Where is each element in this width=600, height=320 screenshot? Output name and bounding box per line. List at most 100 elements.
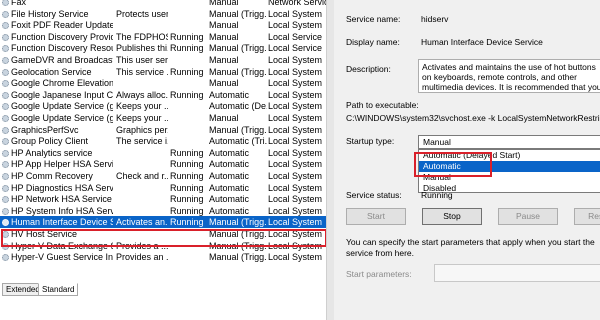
display-name-label: Display name: bbox=[346, 37, 400, 47]
service-row[interactable]: Function Discovery Resourc...Publishes t… bbox=[0, 42, 326, 54]
view-tabs: Extended Standard bbox=[0, 283, 326, 296]
service-row[interactable]: Hyper-V Guest Service Interf...Provides … bbox=[0, 251, 326, 263]
service-row[interactable]: File History Service Protects user... Manu… bbox=[0, 8, 326, 20]
gear-icon bbox=[2, 126, 9, 134]
service-status-cell: Running bbox=[170, 182, 204, 193]
service-name-text: Group Policy Client bbox=[11, 136, 89, 147]
service-row[interactable]: HP Analytics service Running Automatic Loca… bbox=[0, 147, 326, 159]
stop-button[interactable]: Stop bbox=[422, 208, 482, 225]
service-row[interactable]: Geolocation Service This service ...Runni… bbox=[0, 66, 326, 78]
resume-button[interactable]: Resume bbox=[574, 208, 600, 225]
service-row[interactable]: GameDVR and Broadcast Us...This user ser… bbox=[0, 54, 326, 66]
service-row[interactable]: Google Update Service (gup...Keeps your … bbox=[0, 112, 326, 124]
service-status-cell: Running bbox=[170, 89, 204, 100]
service-status-cell: Running bbox=[170, 171, 204, 181]
gear-icon bbox=[2, 161, 9, 169]
start-parameters-input[interactable] bbox=[434, 264, 600, 282]
service-row[interactable]: Human Interface Device Serv...Activates … bbox=[0, 216, 326, 229]
service-row[interactable]: GraphicsPerfSvc Graphics per... Manual (Tr… bbox=[0, 124, 326, 136]
startup-option-automatic[interactable]: Automatic bbox=[419, 161, 600, 172]
service-description-cell: Publishes thi... bbox=[116, 43, 168, 54]
start-parameters-hint: You can specify the start parameters tha… bbox=[346, 237, 595, 258]
service-row[interactable]: HP System Info HSA Service Running Automat… bbox=[0, 205, 326, 217]
service-logon-cell: Local System bbox=[268, 194, 323, 205]
service-description-cell: Keeps your ... bbox=[116, 113, 168, 123]
service-row[interactable]: Google Japanese Input Cach...Always allo… bbox=[0, 89, 326, 101]
service-startup-cell: Automatic bbox=[209, 89, 250, 100]
service-startup-cell: Automatic (De... bbox=[209, 101, 267, 112]
service-name-text: Human Interface Device Serv... bbox=[11, 217, 113, 228]
service-name-text: HP System Info HSA Service bbox=[11, 205, 113, 216]
service-startup-cell: Manual bbox=[209, 20, 239, 31]
services-list: FaxManualNetwork ServiceFile History Ser… bbox=[0, 0, 326, 320]
gear-icon bbox=[2, 10, 9, 18]
service-logon-cell: Local System bbox=[268, 20, 323, 31]
service-row[interactable]: Google Chrome Elevation S... Manual Local … bbox=[0, 77, 326, 89]
service-logon-cell: Local System bbox=[268, 78, 323, 89]
description-label: Description: bbox=[346, 64, 391, 74]
service-row[interactable]: HV Host Service Manual (Trigg... Local Sys… bbox=[0, 228, 326, 240]
startup-option-manual[interactable]: Manual bbox=[419, 172, 600, 183]
start-button[interactable]: Start bbox=[346, 208, 406, 225]
startup-type-label: Startup type: bbox=[346, 136, 395, 146]
service-startup-cell: Automatic (Tri... bbox=[209, 136, 267, 147]
service-description-cell: Activates an... bbox=[116, 217, 168, 228]
startup-type-dropdown[interactable]: Manual bbox=[418, 135, 600, 149]
gear-icon bbox=[2, 138, 9, 146]
service-startup-cell: Manual bbox=[209, 113, 239, 123]
service-startup-cell: Manual bbox=[209, 55, 239, 65]
service-row[interactable]: HP Diagnostics HSA Service Running Automat… bbox=[0, 182, 326, 194]
service-logon-cell: Local System bbox=[268, 252, 323, 263]
service-name-cell: Human Interface Device Serv... bbox=[2, 216, 113, 228]
service-row[interactable]: Google Update Service (gup...Keeps your … bbox=[0, 100, 326, 112]
service-startup-cell: Manual (Trigg... bbox=[209, 124, 267, 135]
service-logon-cell: Local System bbox=[268, 147, 323, 158]
service-properties-panel: Service name: hidserv Display name: Huma… bbox=[334, 0, 600, 320]
service-startup-cell: Manual bbox=[209, 31, 239, 42]
pause-button[interactable]: Pause bbox=[498, 208, 558, 225]
service-name-text: GraphicsPerfSvc bbox=[11, 124, 79, 135]
service-status-cell: Running bbox=[170, 147, 204, 158]
service-row[interactable]: Hyper-V Data Exchange Serv...Provides a … bbox=[0, 240, 326, 252]
service-name-text: HP Diagnostics HSA Service bbox=[11, 182, 113, 193]
service-name-text: HP Comm Recovery bbox=[11, 171, 93, 181]
service-logon-cell: Local System bbox=[268, 55, 323, 65]
service-startup-cell: Automatic bbox=[209, 171, 250, 181]
gear-icon bbox=[2, 254, 9, 262]
service-row[interactable]: Function Discovery Provider ...The FDPHO… bbox=[0, 31, 326, 43]
service-name-cell: HP App Helper HSA Service bbox=[2, 158, 113, 170]
service-startup-cell: Automatic bbox=[209, 159, 250, 170]
service-startup-cell: Manual bbox=[209, 78, 239, 89]
service-name-cell: Hyper-V Guest Service Interf... bbox=[2, 251, 113, 263]
service-row[interactable]: HP App Helper HSA Service Running Automati… bbox=[0, 158, 326, 170]
service-logon-cell: Local System bbox=[268, 171, 323, 181]
service-description-cell: Graphics per... bbox=[116, 124, 168, 135]
service-row[interactable]: HP Network HSA Service Running Automatic Lo… bbox=[0, 193, 326, 205]
startup-option-automatic-delayed[interactable]: Automatic (Delayed Start) bbox=[419, 150, 600, 161]
service-name-text: Function Discovery Resourc... bbox=[11, 43, 113, 54]
service-logon-cell: Local System bbox=[268, 240, 323, 251]
service-row[interactable]: Group Policy Client The service i... Autom… bbox=[0, 135, 326, 147]
gear-icon bbox=[2, 196, 9, 204]
start-parameters-label: Start parameters: bbox=[346, 269, 412, 279]
service-logon-cell: Local System bbox=[268, 182, 323, 193]
service-startup-cell: Manual (Trigg... bbox=[209, 229, 267, 239]
service-logon-cell: Local System bbox=[268, 136, 323, 147]
gear-icon bbox=[2, 80, 9, 88]
service-row[interactable]: HP Comm Recovery Check and r... Running Aut… bbox=[0, 170, 326, 182]
description-textbox[interactable]: Activates and maintains the use of hot b… bbox=[418, 59, 600, 93]
service-startup-cell: Manual (Trigg... bbox=[209, 217, 267, 228]
service-name-cell: GraphicsPerfSvc bbox=[2, 124, 113, 136]
service-row[interactable]: Foxit PDF Reader Update Ser... Manual Loca… bbox=[0, 19, 326, 31]
service-name-text: HP App Helper HSA Service bbox=[11, 159, 113, 170]
gear-icon bbox=[2, 57, 9, 64]
tab-standard[interactable]: Standard bbox=[38, 283, 79, 296]
service-name-cell: Group Policy Client bbox=[2, 135, 113, 147]
service-description-cell: Check and r... bbox=[116, 171, 168, 181]
service-status-label: Service status: bbox=[346, 190, 402, 200]
service-name-cell: HP System Info HSA Service bbox=[2, 205, 113, 217]
service-name-cell: Google Japanese Input Cach... bbox=[2, 89, 113, 101]
service-name-text: Fax bbox=[11, 0, 27, 7]
service-name-text: File History Service bbox=[11, 8, 89, 19]
service-logon-cell: Local Service bbox=[268, 43, 323, 54]
